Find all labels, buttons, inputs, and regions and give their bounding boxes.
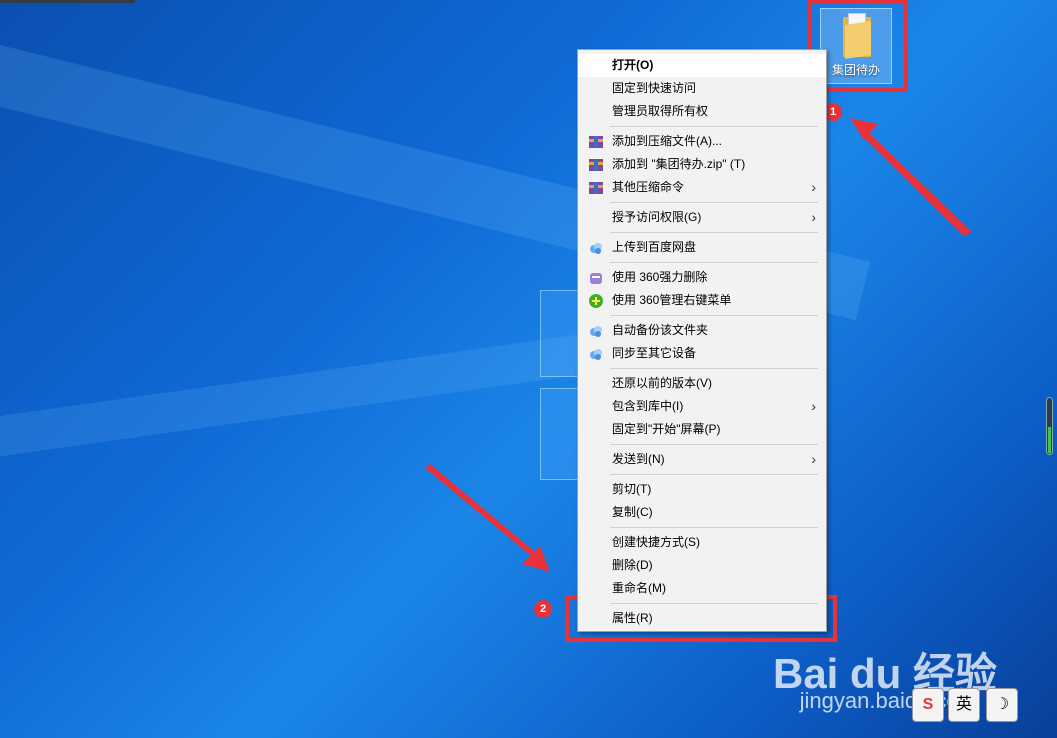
menu-item-label: 创建快捷方式(S): [612, 535, 700, 549]
menu-item-label: 属性(R): [612, 611, 653, 625]
menu-item[interactable]: 删除(D): [578, 554, 826, 577]
chevron-right-icon: ›: [811, 398, 816, 414]
menu-separator: [610, 232, 818, 233]
menu-item-label: 使用 360强力删除: [612, 270, 708, 284]
side-scroll-indicator[interactable]: [1046, 397, 1053, 455]
menu-item-label: 自动备份该文件夹: [612, 323, 709, 337]
menu-item-label: 包含到库中(I): [612, 399, 684, 413]
menu-item[interactable]: 授予访问权限(G) ›: [578, 206, 826, 229]
menu-separator: [610, 126, 818, 127]
menu-item[interactable]: 剪切(T): [578, 478, 826, 501]
menu-item-label: 删除(D): [612, 558, 653, 572]
menu-item-label: 添加到压缩文件(A)...: [612, 134, 722, 148]
menu-separator: [610, 603, 818, 604]
language-label: 英: [955, 696, 972, 713]
menu-item[interactable]: 打开(O): [578, 54, 826, 77]
menu-item[interactable]: 其他压缩命令 ›: [578, 176, 826, 199]
360-plus-icon: [588, 293, 604, 309]
menu-item-label: 复制(C): [612, 505, 653, 519]
menu-item[interactable]: 发送到(N) ›: [578, 448, 826, 471]
menu-item-label: 剪切(T): [612, 482, 652, 496]
menu-item[interactable]: 固定到"开始"屏幕(P): [578, 418, 826, 441]
menu-separator: [610, 368, 818, 369]
baidu-cloud-icon: [588, 346, 604, 362]
360-delete-icon: [588, 270, 604, 286]
arrow-to-properties: [425, 464, 540, 560]
arrow-to-folder-head: [850, 118, 878, 140]
menu-item[interactable]: 上传到百度网盘: [578, 236, 826, 259]
menu-item-label: 发送到(N): [612, 452, 665, 466]
menu-separator: [610, 527, 818, 528]
menu-item[interactable]: 固定到快速访问: [578, 77, 826, 100]
baidu-cloud-icon: [588, 240, 604, 256]
language-toggle[interactable]: 英: [948, 688, 980, 722]
menu-separator: [610, 315, 818, 316]
menu-separator: [610, 474, 818, 475]
menu-item-label: 授予访问权限(G): [612, 210, 702, 224]
baidu-cloud-icon: [588, 323, 604, 339]
annotation-arrows: [425, 118, 972, 572]
menu-separator: [610, 444, 818, 445]
chevron-right-icon: ›: [811, 451, 816, 467]
menu-item-label: 使用 360管理右键菜单: [612, 293, 732, 307]
menu-item[interactable]: 使用 360强力删除: [578, 266, 826, 289]
ime-icon[interactable]: S: [912, 688, 944, 722]
ime-glyph: S: [922, 696, 934, 713]
menu-item[interactable]: 复制(C): [578, 501, 826, 524]
menu-item[interactable]: 还原以前的版本(V): [578, 372, 826, 395]
menu-item[interactable]: 重命名(M): [578, 577, 826, 600]
menu-item[interactable]: 创建快捷方式(S): [578, 531, 826, 554]
menu-item-label: 打开(O): [612, 58, 654, 72]
moon-glyph: ☽: [994, 696, 1010, 713]
moon-icon[interactable]: ☽: [986, 688, 1018, 722]
winrar-icon: [588, 157, 604, 173]
menu-separator: [610, 202, 818, 203]
menu-item[interactable]: 自动备份该文件夹: [578, 319, 826, 342]
menu-item[interactable]: 同步至其它设备: [578, 342, 826, 365]
menu-item-label: 固定到"开始"屏幕(P): [612, 422, 721, 436]
menu-item[interactable]: 管理员取得所有权: [578, 100, 826, 123]
menu-item-label: 管理员取得所有权: [612, 104, 709, 118]
menu-item-label: 添加到 "集团待办.zip" (T): [612, 157, 746, 171]
menu-item-label: 固定到快速访问: [612, 81, 697, 95]
chevron-right-icon: ›: [811, 209, 816, 225]
menu-item-label: 还原以前的版本(V): [612, 376, 712, 390]
menu-item[interactable]: 添加到 "集团待办.zip" (T): [578, 153, 826, 176]
menu-item-label: 同步至其它设备: [612, 346, 697, 360]
menu-item[interactable]: 属性(R): [578, 607, 826, 630]
menu-item[interactable]: 使用 360管理右键菜单: [578, 289, 826, 312]
menu-item-label: 重命名(M): [612, 581, 666, 595]
winrar-icon: [588, 134, 604, 150]
menu-item[interactable]: 包含到库中(I) ›: [578, 395, 826, 418]
menu-separator: [610, 262, 818, 263]
chevron-right-icon: ›: [811, 179, 816, 195]
menu-item-label: 其他压缩命令: [612, 180, 685, 194]
context-menu: 打开(O) 固定到快速访问 管理员取得所有权 添加到压缩文件(A)... 添加到 "集团…: [577, 49, 827, 632]
menu-item-label: 上传到百度网盘: [612, 240, 697, 254]
winrar-icon: [588, 180, 604, 196]
menu-item[interactable]: 添加到压缩文件(A)...: [578, 130, 826, 153]
arrow-to-folder: [856, 124, 972, 236]
